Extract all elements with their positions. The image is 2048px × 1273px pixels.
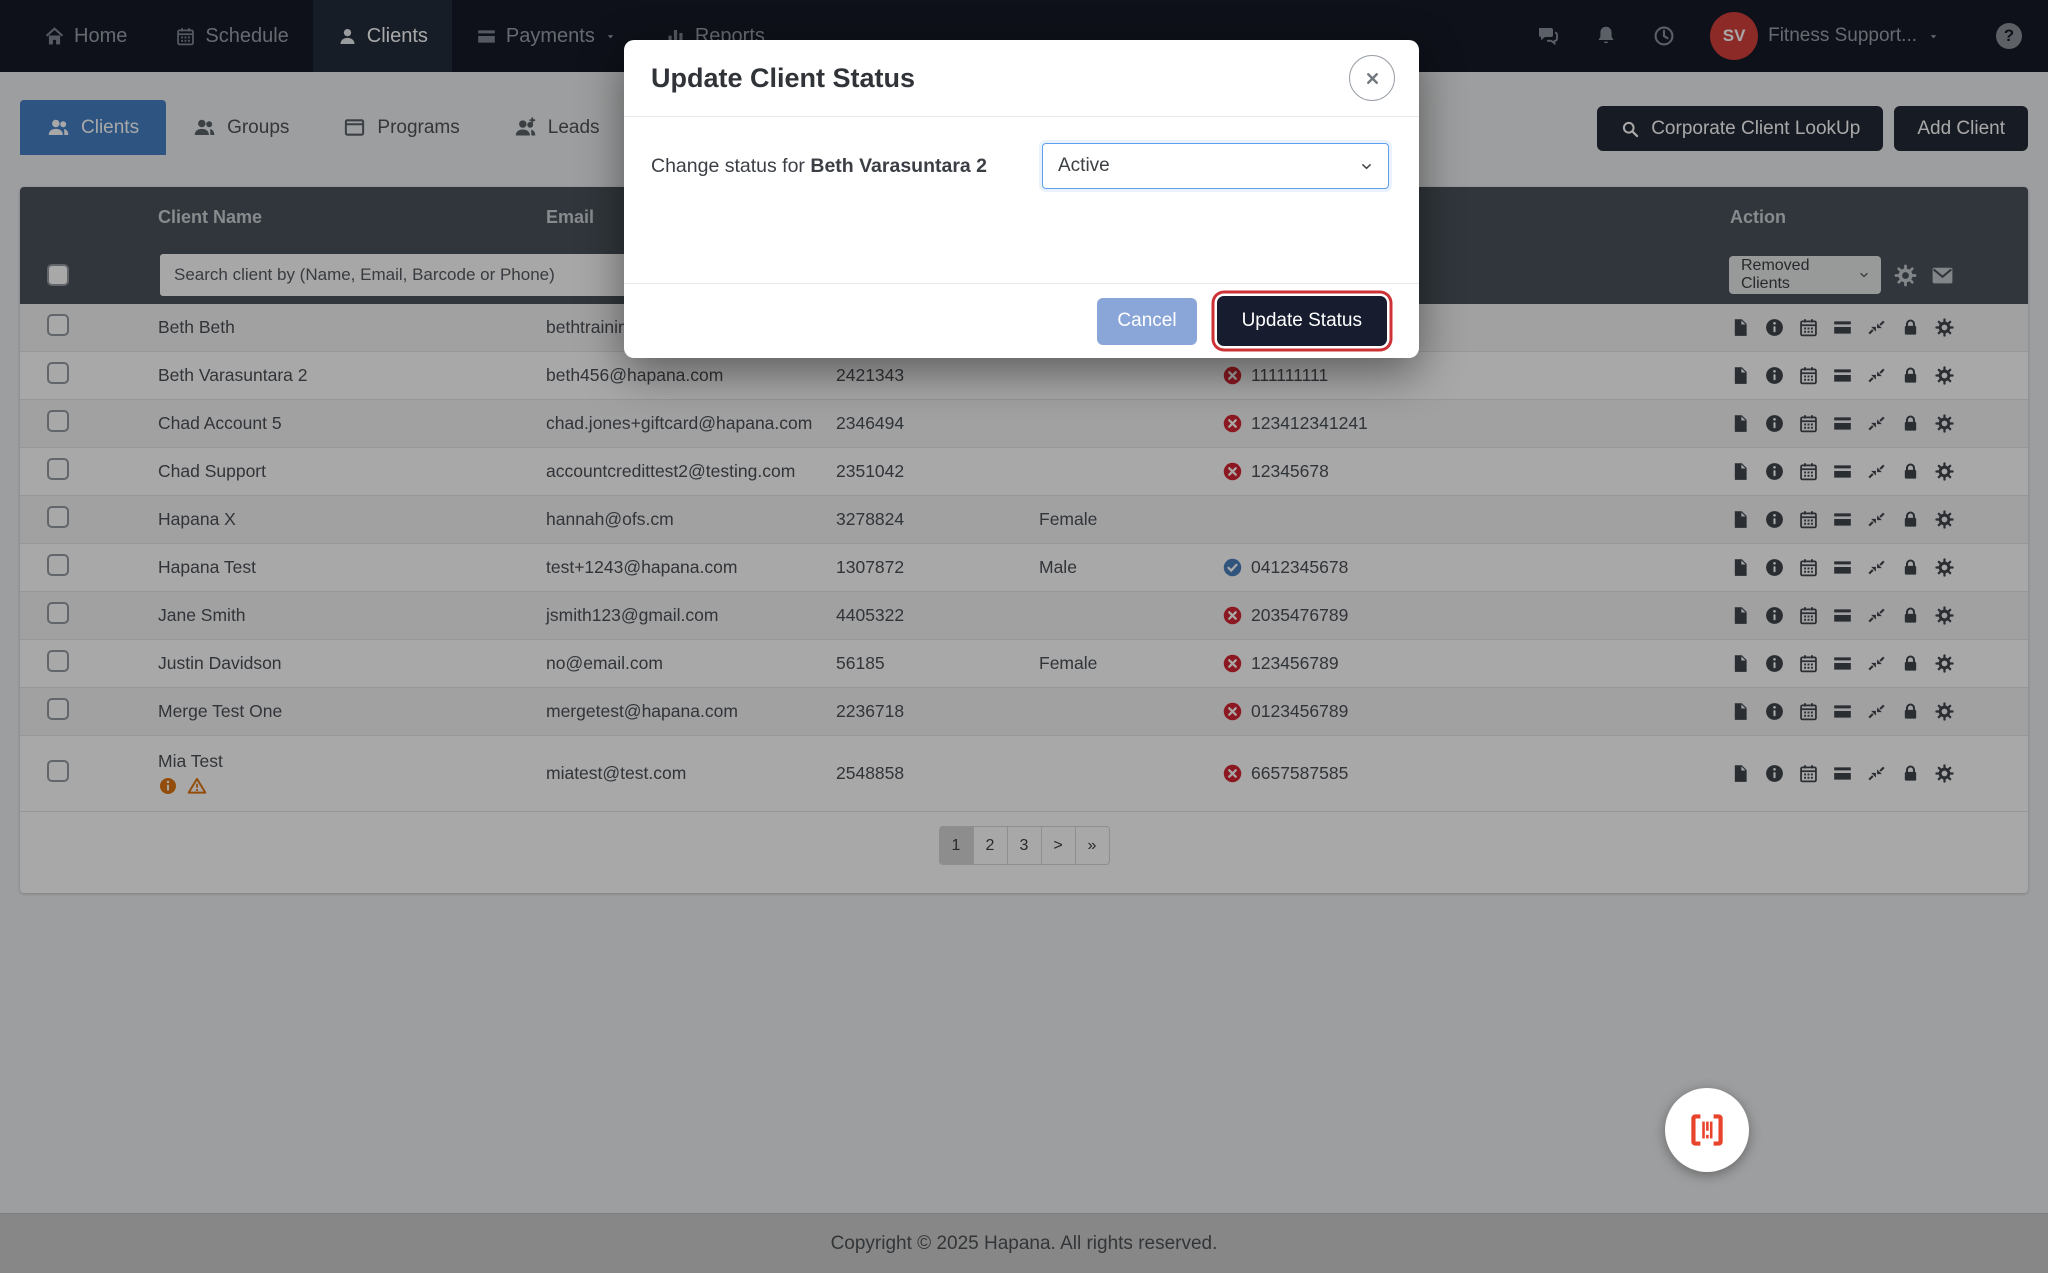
close-icon [1363, 69, 1382, 88]
close-button[interactable] [1349, 55, 1395, 101]
barcode-scan-icon [1685, 1108, 1729, 1152]
modal-title: Update Client Status [651, 63, 915, 94]
update-status-button[interactable]: Update Status [1217, 296, 1387, 346]
client-name-bold: Beth Varasuntara 2 [810, 155, 987, 177]
chevron-down-icon [1358, 158, 1375, 175]
update-client-status-modal: Update Client Status Change status for B… [624, 40, 1419, 358]
barcode-scan-button[interactable] [1665, 1088, 1749, 1172]
cancel-button[interactable]: Cancel [1097, 298, 1196, 345]
status-select[interactable]: Active [1042, 143, 1389, 189]
change-status-label: Change status for Beth Varasuntara 2 [651, 143, 987, 189]
modal-footer: Cancel Update Status [624, 283, 1419, 358]
modal-header: Update Client Status [624, 40, 1419, 117]
modal-body: Change status for Beth Varasuntara 2 Act… [624, 117, 1419, 283]
app-root: HomeScheduleClientsPaymentsReports SV Fi… [0, 0, 2048, 1273]
